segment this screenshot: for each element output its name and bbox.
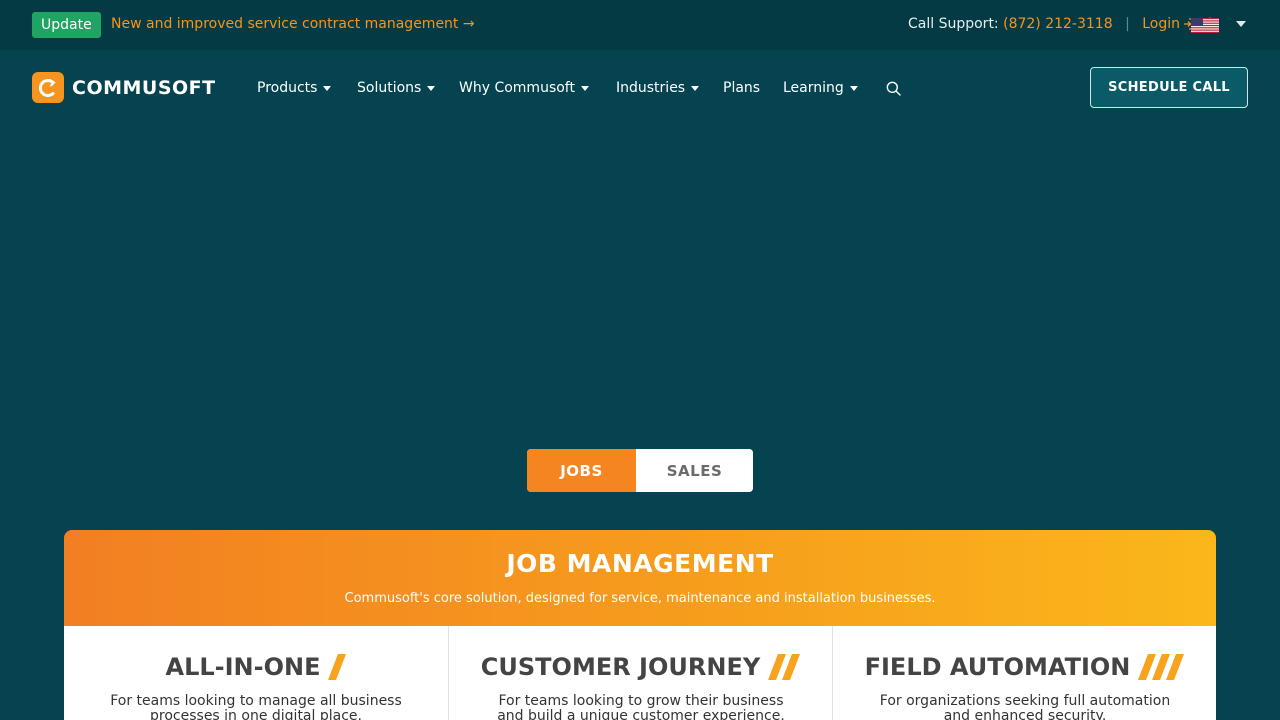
plan-description: For teams looking to manage all business… [110, 693, 402, 720]
toggle-sales-button[interactable]: SALES [636, 449, 753, 492]
nav-item-label: Plans [723, 80, 761, 96]
toggle-jobs-button[interactable]: JOBS [527, 449, 636, 492]
nav-item-why-commusoft[interactable]: Why Commusoft [459, 80, 589, 96]
chevron-down-icon [427, 85, 436, 91]
double-slash-icon [768, 654, 801, 680]
card-title: JOB MANAGEMENT [506, 549, 774, 578]
chevron-down-icon [691, 85, 700, 91]
separator: | [1125, 16, 1130, 32]
plan-description: For teams looking to grow their business… [497, 693, 785, 720]
plan-title: FIELD AUTOMATION [833, 653, 1216, 681]
announcement-bar: Update New and improved service contract… [0, 0, 1280, 50]
nav-item-learning[interactable]: Learning [783, 80, 858, 96]
plan-columns: ALL-IN-ONE For teams looking to manage a… [64, 626, 1216, 720]
chevron-down-icon [580, 85, 589, 91]
update-badge: Update [32, 12, 101, 38]
logo-text: COMMUSOFT [72, 76, 216, 99]
plan-title-text: FIELD AUTOMATION [864, 653, 1131, 681]
plan-column-field-automation[interactable]: FIELD AUTOMATION For organizations seeki… [832, 626, 1216, 720]
job-management-card-header: JOB MANAGEMENT Commusoft's core solution… [64, 530, 1216, 626]
plan-column-customer-journey[interactable]: CUSTOMER JOURNEY For teams looking to gr… [448, 626, 832, 720]
card-subtitle: Commusoft's core solution, designed for … [344, 591, 936, 606]
nav-item-label: Why Commusoft [459, 80, 575, 96]
support-label: Call Support: [908, 16, 999, 32]
login-link[interactable]: Login [1142, 16, 1195, 32]
triple-slash-icon [1138, 654, 1185, 680]
support-section: Call Support: (872) 212-3118 | Login | [908, 16, 1220, 32]
nav-item-industries[interactable]: Industries [616, 80, 700, 96]
announcement-link[interactable]: New and improved service contract manage… [111, 16, 475, 32]
nav-item-label: Products [257, 80, 318, 96]
plan-title-text: CUSTOMER JOURNEY [480, 653, 761, 681]
chevron-down-icon [323, 85, 332, 91]
commusoft-logo[interactable]: COMMUSOFT [32, 72, 216, 103]
nav-item-solutions[interactable]: Solutions [357, 80, 436, 96]
plan-title: ALL-IN-ONE [64, 653, 448, 681]
nav-item-plans[interactable]: Plans [723, 80, 760, 96]
plan-title: CUSTOMER JOURNEY [449, 653, 832, 681]
commusoft-logo-icon [32, 72, 64, 103]
nav-item-label: Industries [616, 80, 686, 96]
slash-icon [328, 654, 347, 680]
search-icon[interactable] [886, 81, 901, 96]
nav-item-products[interactable]: Products [257, 80, 332, 96]
login-label: Login [1142, 16, 1181, 32]
nav-item-label: Solutions [357, 80, 422, 96]
product-type-toggle: JOBS SALES [527, 449, 753, 492]
plan-column-all-in-one[interactable]: ALL-IN-ONE For teams looking to manage a… [64, 626, 448, 720]
chevron-down-icon [849, 85, 858, 91]
us-flag-icon[interactable] [1191, 18, 1219, 33]
nav-item-label: Learning [783, 80, 844, 96]
support-phone-link[interactable]: (872) 212-3118 [1003, 16, 1113, 32]
plan-description: For organizations seeking full automatio… [879, 693, 1171, 720]
plan-title-text: ALL-IN-ONE [165, 653, 321, 681]
schedule-call-button[interactable]: SCHEDULE CALL [1090, 67, 1248, 108]
language-dropdown-caret-icon[interactable] [1236, 21, 1246, 27]
